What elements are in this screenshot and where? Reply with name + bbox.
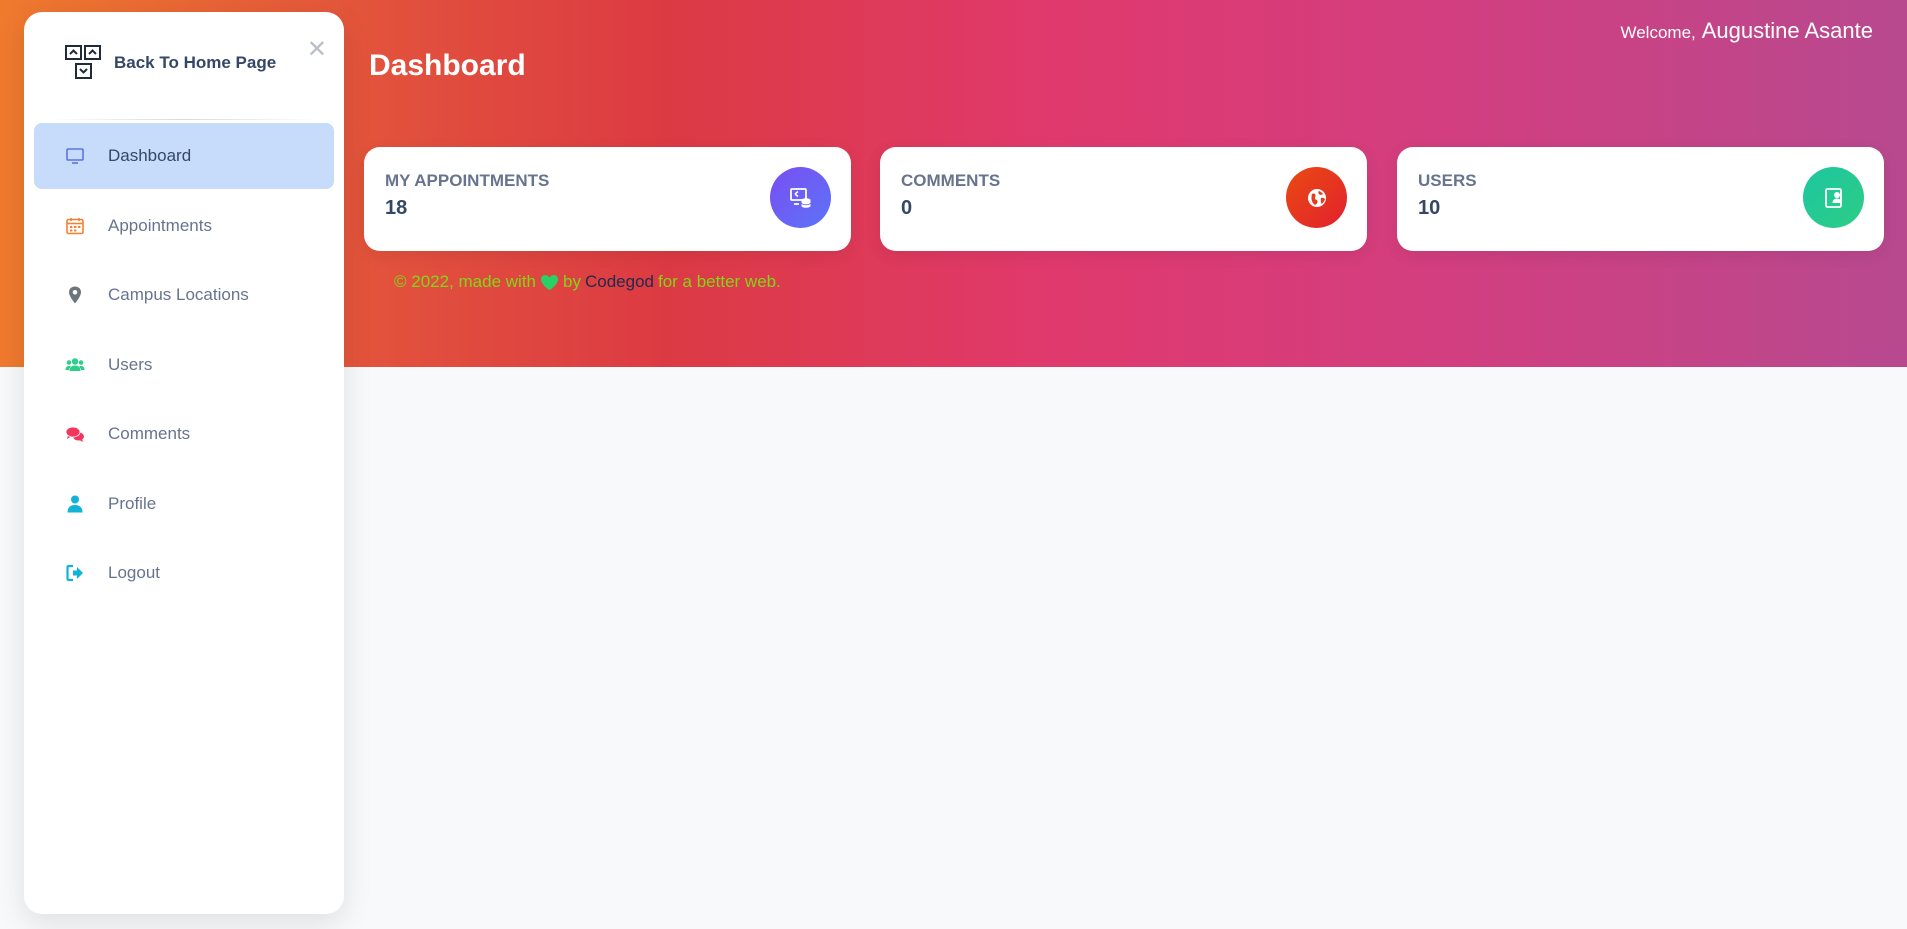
sidebar-item-label: Campus Locations	[108, 285, 249, 304]
globe-icon	[1286, 167, 1347, 228]
monitor-icon	[63, 144, 87, 168]
sidebar: ✕ Back To Home Page Dashboard Appointmen…	[24, 12, 344, 914]
screen-database-icon	[770, 167, 831, 228]
sidebar-nav: Dashboard Appointments Campus Locations …	[34, 123, 334, 610]
stat-card-users: USERS 10	[1397, 147, 1884, 251]
sidebar-item-label: Appointments	[108, 215, 212, 235]
users-icon	[63, 353, 87, 377]
welcome-prefix: Welcome,	[1620, 23, 1696, 42]
sidebar-item-comments[interactable]: Comments	[34, 401, 334, 467]
user-name[interactable]: Augustine Asante	[1702, 18, 1873, 44]
sidebar-item-label: Dashboard	[108, 146, 192, 165]
logo-icon	[65, 45, 101, 79]
brand-label: Back To Home Page	[114, 53, 277, 72]
map-pin-icon	[63, 283, 87, 307]
sidebar-item-label: Comments	[108, 424, 191, 443]
stat-card-value: 10	[1418, 197, 1441, 219]
close-icon[interactable]: ✕	[307, 38, 327, 62]
sidebar-item-campus-locations[interactable]: Campus Locations	[34, 262, 334, 328]
stat-card-title: USERS	[1418, 171, 1477, 190]
footer-credit: © 2022, made with by Codegod for a bette…	[394, 272, 781, 292]
sidebar-item-label: Profile	[108, 493, 157, 513]
sidebar-item-logout[interactable]: Logout	[34, 540, 334, 606]
back-to-home-link[interactable]: Back To Home Page	[64, 44, 276, 82]
codegod-link[interactable]: Codegod	[585, 272, 654, 292]
comments-icon	[63, 422, 87, 446]
stat-card-title: COMMENTS	[901, 171, 1001, 190]
footer-suffix: for a better web.	[657, 272, 781, 291]
sidebar-divider	[48, 119, 320, 120]
footer-by: by	[563, 272, 581, 291]
sidebar-item-profile[interactable]: Profile	[34, 471, 334, 537]
stat-card-value: 0	[901, 197, 913, 219]
stat-card-comments: COMMENTS 0	[880, 147, 1367, 251]
sidebar-item-users[interactable]: Users	[34, 332, 334, 398]
sidebar-item-dashboard[interactable]: Dashboard	[34, 123, 334, 189]
user-card-icon	[1803, 167, 1864, 228]
sidebar-item-appointments[interactable]: Appointments	[34, 193, 334, 259]
welcome-greeting: Welcome, Augustine Asante	[1620, 18, 1873, 44]
stat-card-title: MY APPOINTMENTS	[385, 171, 550, 190]
heart-icon	[540, 274, 559, 291]
user-icon	[63, 492, 87, 516]
sidebar-item-label: Users	[108, 354, 153, 374]
stat-card-value: 18	[385, 197, 408, 219]
sidebar-item-label: Logout	[108, 563, 160, 582]
logout-icon	[63, 561, 87, 585]
calendar-icon	[63, 214, 87, 238]
page-title: Dashboard	[369, 49, 526, 82]
stat-card-appointments: MY APPOINTMENTS 18	[364, 147, 851, 251]
footer-prefix: © 2022, made with	[394, 272, 536, 291]
